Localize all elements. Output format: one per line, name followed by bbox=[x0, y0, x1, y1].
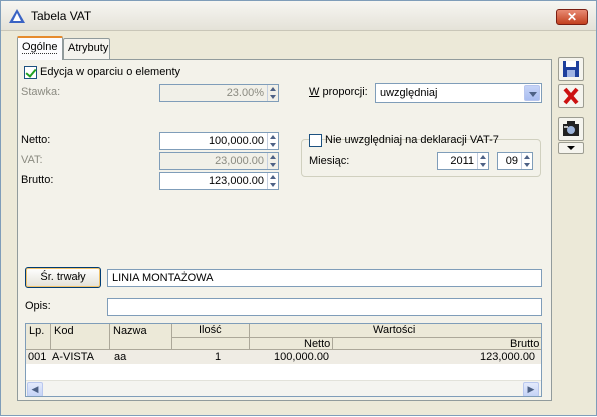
sr-trwaly-field[interactable]: LINIA MONTAŻOWA bbox=[107, 269, 542, 287]
col-brutto-header[interactable]: Brutto bbox=[510, 338, 539, 350]
save-icon bbox=[563, 61, 579, 77]
vat-spinner bbox=[267, 153, 278, 169]
month-spinner[interactable] bbox=[521, 153, 532, 169]
w-proporcji-select[interactable]: uwzględniaj bbox=[375, 83, 542, 103]
month-field[interactable]: 09 bbox=[497, 152, 533, 170]
sr-trwaly-value: LINIA MONTAŻOWA bbox=[112, 272, 214, 284]
col-netto-header[interactable]: Netto bbox=[304, 338, 330, 350]
col-kod-header[interactable]: Kod bbox=[54, 325, 74, 337]
netto-spinner[interactable] bbox=[267, 133, 278, 149]
netto-field[interactable]: 100,000.00 bbox=[159, 132, 279, 150]
brutto-label: Brutto: bbox=[21, 174, 54, 186]
vat-table-window: Tabela VAT ✕ Ogólne Atrybuty Edycja w op… bbox=[0, 0, 597, 416]
scroll-left-icon[interactable]: ◀ bbox=[27, 382, 43, 396]
stawka-value: 23.00% bbox=[226, 87, 264, 99]
cell-kod: A-VISTA bbox=[52, 351, 94, 363]
dropdown-icon bbox=[567, 146, 575, 150]
w-proporcji-value: uwzględniaj bbox=[380, 87, 438, 99]
month-value: 09 bbox=[505, 155, 518, 167]
vat-label: VAT: bbox=[21, 154, 43, 166]
brutto-spinner[interactable] bbox=[267, 173, 278, 189]
save-button[interactable] bbox=[558, 57, 584, 81]
vat-value: 23,000.00 bbox=[215, 155, 264, 167]
edycja-label: Edycja w oparciu o elementy bbox=[40, 66, 181, 78]
miesiac-label: Miesiąc: bbox=[309, 155, 350, 167]
cancel-button[interactable] bbox=[558, 84, 584, 108]
brutto-value: 123,000.00 bbox=[208, 175, 264, 187]
opis-field[interactable] bbox=[107, 298, 542, 316]
netto-label: Netto: bbox=[21, 134, 51, 146]
chevron-down-icon[interactable] bbox=[524, 85, 540, 101]
sr-trwaly-button[interactable]: Śr. trwały bbox=[25, 267, 101, 288]
year-field[interactable]: 2011 bbox=[437, 152, 489, 170]
opis-label: Opis: bbox=[25, 300, 51, 312]
camera-icon bbox=[563, 121, 579, 136]
items-table: Lp. Kod Nazwa Ilość Wartości Netto Brutt… bbox=[25, 323, 542, 397]
cell-lp: 001 bbox=[28, 351, 47, 363]
cancel-icon bbox=[563, 87, 579, 105]
nie-uwzgledniaj-checkbox[interactable] bbox=[309, 134, 322, 147]
cell-brutto: 123,000.00 bbox=[480, 351, 536, 363]
more-dropdown-button[interactable] bbox=[558, 142, 584, 154]
scroll-right-icon[interactable]: ▶ bbox=[523, 382, 539, 396]
cell-ilosc: 1 bbox=[215, 351, 222, 363]
col-lp-header[interactable]: Lp. bbox=[29, 325, 44, 337]
stawka-spinner bbox=[267, 85, 278, 101]
cell-nazwa: aa bbox=[114, 351, 127, 363]
vat-field: 23,000.00 bbox=[159, 152, 279, 170]
col-nazwa-header[interactable]: Nazwa bbox=[113, 325, 147, 337]
stawka-field: 23.00% bbox=[159, 84, 279, 102]
netto-value: 100,000.00 bbox=[208, 135, 264, 147]
brutto-field[interactable]: 123,000.00 bbox=[159, 172, 279, 190]
cell-netto: 100,000.00 bbox=[274, 351, 330, 363]
stawka-label: Stawka: bbox=[21, 86, 61, 98]
camera-button[interactable] bbox=[558, 117, 584, 141]
w-proporcji-label: W proporcji: bbox=[309, 86, 368, 98]
sr-trwaly-button-label: Śr. trwały bbox=[40, 271, 86, 283]
year-spinner[interactable] bbox=[477, 153, 488, 169]
table-horizontal-scrollbar[interactable]: ◀ ▶ bbox=[26, 380, 541, 396]
col-ilosc-header[interactable]: Ilość bbox=[199, 324, 222, 336]
col-wartosci-header: Wartości bbox=[373, 324, 416, 336]
nie-uwzgledniaj-label: Nie uwzględniaj na deklaracji VAT-7 bbox=[325, 134, 499, 146]
edycja-checkbox[interactable] bbox=[24, 66, 37, 79]
year-value: 2011 bbox=[450, 155, 474, 167]
